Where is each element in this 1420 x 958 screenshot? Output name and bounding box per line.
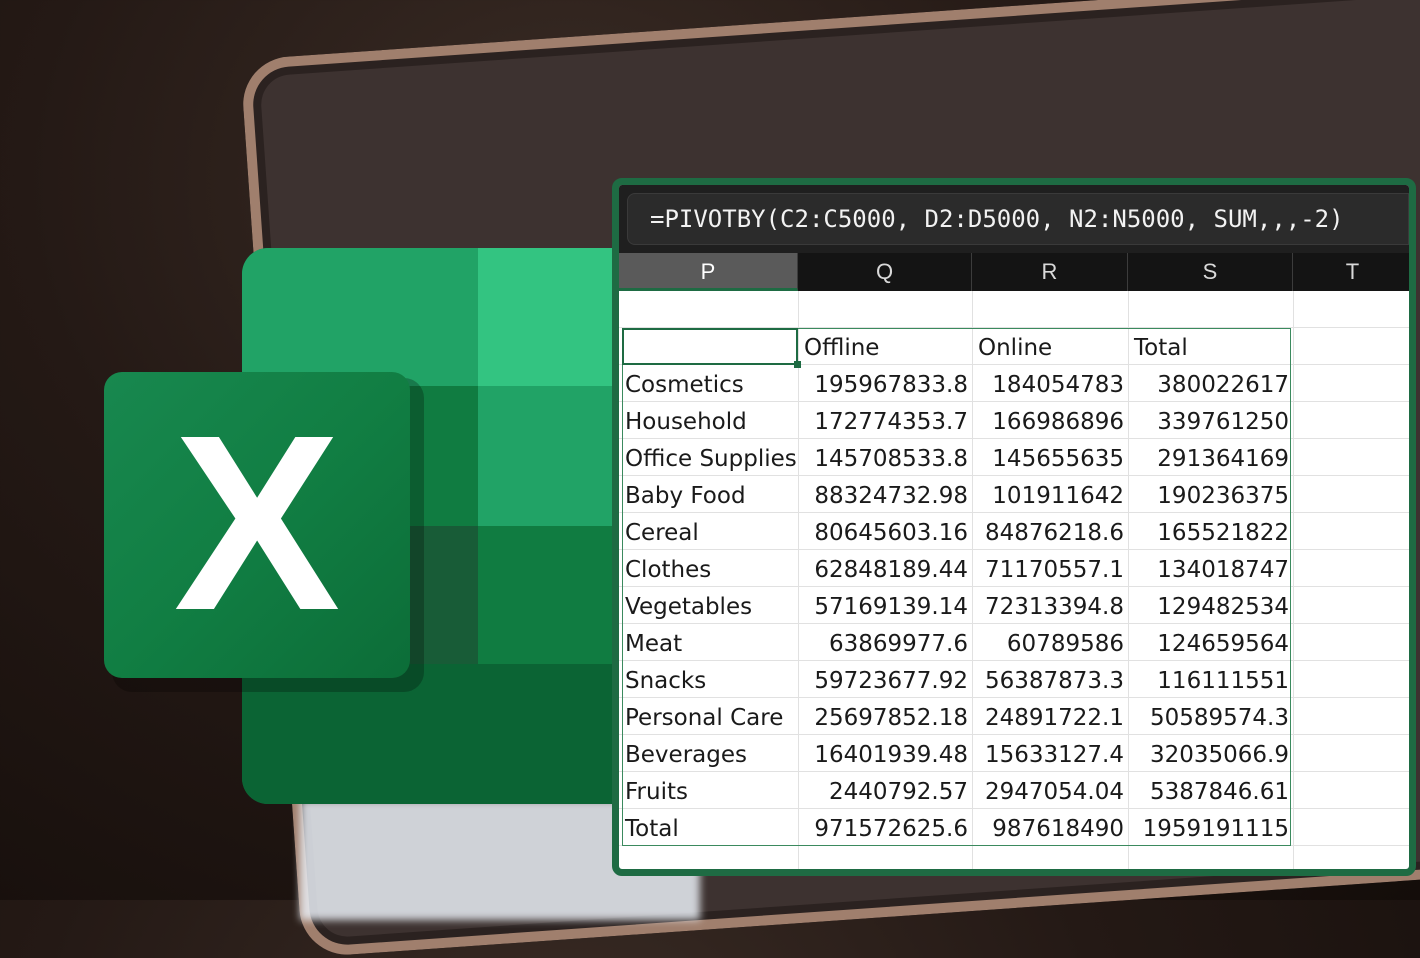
cell[interactable]: 84876218.6 <box>972 513 1128 550</box>
table-row: Baby Food 88324732.98 101911642 190236375 <box>619 476 1409 513</box>
column-header-p[interactable]: P <box>619 253 798 291</box>
cell[interactable]: Vegetables <box>619 587 798 624</box>
cell[interactable]: 190236375 <box>1128 476 1293 513</box>
cell[interactable]: 291364169 <box>1128 439 1293 476</box>
formula-bar-input[interactable]: =PIVOTBY(C2:C5000, D2:D5000, N2:N5000, S… <box>627 193 1409 245</box>
spreadsheet-window: =PIVOTBY(C2:C5000, D2:D5000, N2:N5000, S… <box>612 178 1416 876</box>
cell[interactable]: 50589574.3 <box>1128 698 1293 735</box>
column-header-s[interactable]: S <box>1128 253 1293 291</box>
cell[interactable]: Household <box>619 402 798 439</box>
cell[interactable]: 72313394.8 <box>972 587 1128 624</box>
column-header-r[interactable]: R <box>972 253 1128 291</box>
cell[interactable]: 184054783 <box>972 365 1128 402</box>
table-row: Personal Care 25697852.18 24891722.1 505895… <box>619 698 1409 735</box>
cell[interactable]: 134018747 <box>1128 550 1293 587</box>
empty-row <box>619 846 1409 869</box>
cell-grid[interactable]: Offline Online Total Cosmetics 195967833.8 18… <box>619 291 1409 869</box>
column-header-t[interactable]: T <box>1293 253 1409 291</box>
cell[interactable]: 60789586 <box>972 624 1128 661</box>
table-row: Cereal 80645603.16 84876218.6 165521822 <box>619 513 1409 550</box>
header-row: Offline Online Total <box>619 328 1409 365</box>
cell[interactable]: 56387873.3 <box>972 661 1128 698</box>
cell[interactable]: 63869977.6 <box>798 624 972 661</box>
table-row: Clothes 62848189.44 71170557.1 134018747 <box>619 550 1409 587</box>
cell[interactable]: 2440792.57 <box>798 772 972 809</box>
cell[interactable]: 987618490 <box>972 809 1128 846</box>
cell[interactable]: 71170557.1 <box>972 550 1128 587</box>
cell[interactable]: 1959191115 <box>1128 809 1293 846</box>
cell[interactable]: 165521822 <box>1128 513 1293 550</box>
cell[interactable]: Personal Care <box>619 698 798 735</box>
cell[interactable]: 15633127.4 <box>972 735 1128 772</box>
table-row: Meat 63869977.6 60789586 124659564 <box>619 624 1409 661</box>
cell[interactable]: 166986896 <box>972 402 1128 439</box>
cell[interactable]: 145708533.8 <box>798 439 972 476</box>
cell[interactable]: 116111551 <box>1128 661 1293 698</box>
table-row: Office Supplies 145708533.8 145655635 29136… <box>619 439 1409 476</box>
cell[interactable]: 145655635 <box>972 439 1128 476</box>
cell[interactable]: Online <box>972 328 1128 365</box>
table-row: Cosmetics 195967833.8 184054783 380022617 <box>619 365 1409 402</box>
cell[interactable]: 5387846.61 <box>1128 772 1293 809</box>
cell[interactable]: Snacks <box>619 661 798 698</box>
table-row: Vegetables 57169139.14 72313394.8 129482534 <box>619 587 1409 624</box>
table-row: Snacks 59723677.92 56387873.3 116111551 <box>619 661 1409 698</box>
cell[interactable]: 24891722.1 <box>972 698 1128 735</box>
cell[interactable] <box>619 328 798 365</box>
cell[interactable]: 380022617 <box>1128 365 1293 402</box>
cell[interactable]: 80645603.16 <box>798 513 972 550</box>
cell[interactable]: Beverages <box>619 735 798 772</box>
table-row: Fruits 2440792.57 2947054.04 5387846.61 <box>619 772 1409 809</box>
excel-logo-letter: X <box>173 383 341 662</box>
cell[interactable]: Cosmetics <box>619 365 798 402</box>
total-row: Total 971572625.6 987618490 1959191115 <box>619 809 1409 846</box>
cell[interactable]: 57169139.14 <box>798 587 972 624</box>
cell[interactable]: Fruits <box>619 772 798 809</box>
cell[interactable]: Baby Food <box>619 476 798 513</box>
cell[interactable]: Clothes <box>619 550 798 587</box>
cell[interactable]: 129482534 <box>1128 587 1293 624</box>
cell[interactable]: 124659564 <box>1128 624 1293 661</box>
cell[interactable]: 2947054.04 <box>972 772 1128 809</box>
cell[interactable]: 339761250 <box>1128 402 1293 439</box>
cell[interactable]: Total <box>1128 328 1293 365</box>
cell[interactable]: Cereal <box>619 513 798 550</box>
cell[interactable]: Offline <box>798 328 972 365</box>
cell[interactable]: 101911642 <box>972 476 1128 513</box>
empty-row <box>619 291 1409 328</box>
cell[interactable]: 25697852.18 <box>798 698 972 735</box>
formula-area: =PIVOTBY(C2:C5000, D2:D5000, N2:N5000, S… <box>619 185 1409 253</box>
cell[interactable]: Total <box>619 809 798 846</box>
table-row: Household 172774353.7 166986896 339761250 <box>619 402 1409 439</box>
cell[interactable]: 59723677.92 <box>798 661 972 698</box>
column-header-q[interactable]: Q <box>798 253 972 291</box>
cell[interactable]: 195967833.8 <box>798 365 972 402</box>
cell[interactable]: 16401939.48 <box>798 735 972 772</box>
column-headers: PQRST <box>619 253 1409 291</box>
table-row: Beverages 16401939.48 15633127.4 32035066.9 <box>619 735 1409 772</box>
cell[interactable]: 62848189.44 <box>798 550 972 587</box>
cell[interactable]: 971572625.6 <box>798 809 972 846</box>
cell[interactable]: 172774353.7 <box>798 402 972 439</box>
fill-handle[interactable] <box>794 361 801 368</box>
cell[interactable]: 32035066.9 <box>1128 735 1293 772</box>
cell[interactable]: Office Supplies <box>619 439 798 476</box>
cell[interactable]: Meat <box>619 624 798 661</box>
excel-logo-icon: X <box>104 372 410 678</box>
cell[interactable]: 88324732.98 <box>798 476 972 513</box>
